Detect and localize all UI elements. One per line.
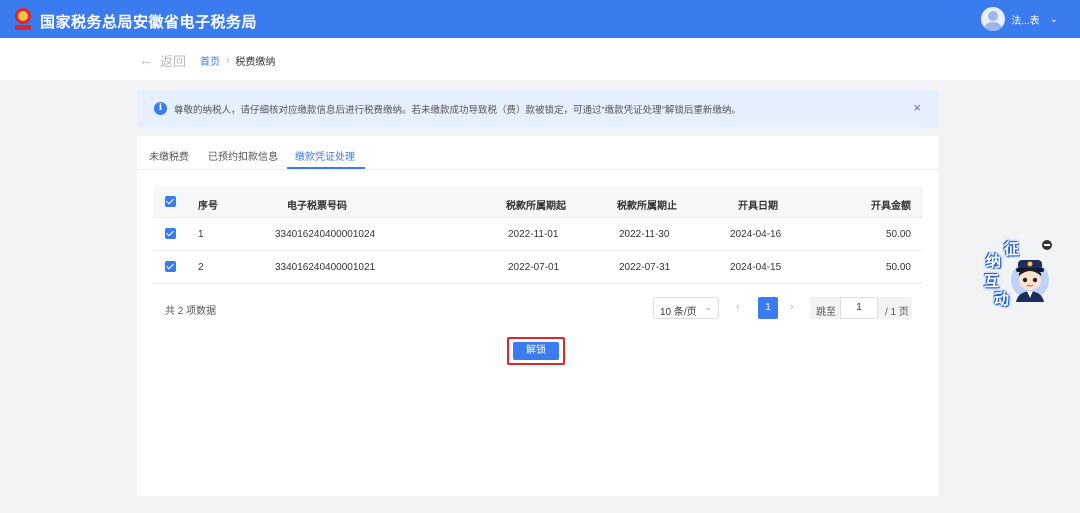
- back-label[interactable]: 返回: [160, 51, 186, 70]
- row-checkbox[interactable]: [165, 228, 176, 239]
- tab-voucher-processing[interactable]: 缴款凭证处理: [295, 148, 355, 163]
- site-title: 国家税务总局安徽省电子税务局: [40, 14, 258, 31]
- user-avatar-icon[interactable]: [981, 7, 1006, 31]
- tab-bar: 未缴税费 已预约扣款信息 缴款凭证处理: [137, 136, 939, 170]
- breadcrumb: 首页 › 税费缴纳: [200, 53, 275, 68]
- total-count: 共 2 项数据: [165, 306, 217, 317]
- row-checkbox[interactable]: [165, 261, 176, 272]
- table-header: 序号 电子税票号码 税款所属期起 税款所属期止 开具日期 开具金额: [153, 186, 923, 218]
- header-amount: 开具金额: [871, 201, 911, 212]
- header-seq: 序号: [198, 201, 218, 212]
- notice-text: 尊敬的纳税人，请仔细核对应缴款信息后进行税费缴纳。若未缴款成功导致税（费）款被锁…: [174, 105, 741, 116]
- cell-code: 334016240400001021: [275, 262, 376, 273]
- cell-code: 334016240400001024: [275, 229, 376, 240]
- header-issue-date: 开具日期: [738, 201, 778, 212]
- page-size-select[interactable]: 10 条/页 ⌄: [653, 297, 719, 319]
- notice-banner: i 尊敬的纳税人，请仔细核对应缴款信息后进行税费缴纳。若未缴款成功导致税（费）款…: [137, 90, 939, 127]
- cell-end: 2022-07-31: [619, 262, 671, 273]
- table-row[interactable]: 1 334016240400001024 2022-11-01 2022-11-…: [153, 218, 923, 251]
- voucher-table: 序号 电子税票号码 税款所属期起 税款所属期止 开具日期 开具金额 1 3340…: [153, 186, 923, 284]
- page-number-button[interactable]: 1: [758, 297, 778, 319]
- top-navbar: 国家税务总局安徽省电子税务局 法...表 ⌄: [0, 0, 1080, 38]
- jump-page-input[interactable]: 1: [840, 297, 878, 319]
- page-size-value[interactable]: 10 条/页: [660, 307, 697, 318]
- pagination-bar: 共 2 项数据 10 条/页 ⌄ ‹ 1 › 跳至 1 / 1 页: [153, 296, 923, 320]
- info-icon: i: [154, 102, 167, 115]
- arrow-left-icon[interactable]: ←: [139, 52, 154, 69]
- cell-issue-date: 2024-04-15: [730, 262, 782, 273]
- cell-seq: 1: [198, 229, 204, 240]
- breadcrumb-bar: ← 返回 首页 › 税费缴纳: [0, 38, 1080, 80]
- user-name[interactable]: 法...表: [1011, 12, 1039, 27]
- table-row[interactable]: 2 334016240400001021 2022-07-01 2022-07-…: [153, 251, 923, 284]
- user-menu[interactable]: 法...表 ⌄: [981, 7, 1058, 31]
- cell-amount: 50.00: [885, 262, 911, 273]
- widget-char[interactable]: 动: [994, 288, 1009, 309]
- close-icon[interactable]: ×: [913, 100, 921, 115]
- tax-emblem-icon: [15, 8, 31, 30]
- chevron-down-icon[interactable]: ⌄: [1050, 14, 1058, 25]
- cell-end: 2022-11-30: [619, 229, 670, 240]
- header-end: 税款所属期止: [617, 201, 677, 212]
- cell-start: 2022-07-01: [508, 262, 560, 273]
- unlock-button[interactable]: 解锁: [513, 342, 559, 360]
- page-jump: 跳至 1 / 1 页: [810, 297, 912, 319]
- header-code: 电子税票号码: [287, 201, 347, 212]
- tab-unpaid[interactable]: 未缴税费: [149, 148, 189, 163]
- cell-issue-date: 2024-04-16: [730, 229, 782, 240]
- cell-amount: 50.00: [885, 229, 911, 240]
- tab-scheduled-deduction[interactable]: 已预约扣款信息: [208, 148, 278, 163]
- breadcrumb-home-link[interactable]: 首页: [200, 53, 220, 68]
- header-start: 税款所属期起: [506, 201, 566, 212]
- minimize-icon[interactable]: [1042, 240, 1052, 250]
- total-pages: / 1 页: [885, 307, 909, 318]
- select-all-checkbox[interactable]: [165, 196, 176, 207]
- interaction-widget[interactable]: 征 纳 互 动: [980, 236, 1058, 308]
- widget-char[interactable]: 纳: [986, 250, 1001, 271]
- jump-label: 跳至: [816, 307, 836, 318]
- breadcrumb-separator: ›: [226, 55, 230, 66]
- breadcrumb-current: 税费缴纳: [235, 57, 276, 68]
- active-tab-indicator: [287, 167, 365, 169]
- back-button[interactable]: ← 返回: [139, 51, 186, 70]
- next-page-button[interactable]: ›: [790, 301, 794, 313]
- cell-start: 2022-11-01: [508, 229, 559, 240]
- prev-page-button[interactable]: ‹: [736, 301, 740, 313]
- cell-seq: 2: [198, 262, 204, 273]
- main-panel: 未缴税费 已预约扣款信息 缴款凭证处理 序号 电子税票号码 税款所属期起 税款所…: [137, 136, 939, 496]
- unlock-highlight: 解锁: [507, 337, 565, 365]
- tax-officer-mascot-icon[interactable]: [1010, 256, 1050, 304]
- chevron-down-icon[interactable]: ⌄: [705, 303, 712, 312]
